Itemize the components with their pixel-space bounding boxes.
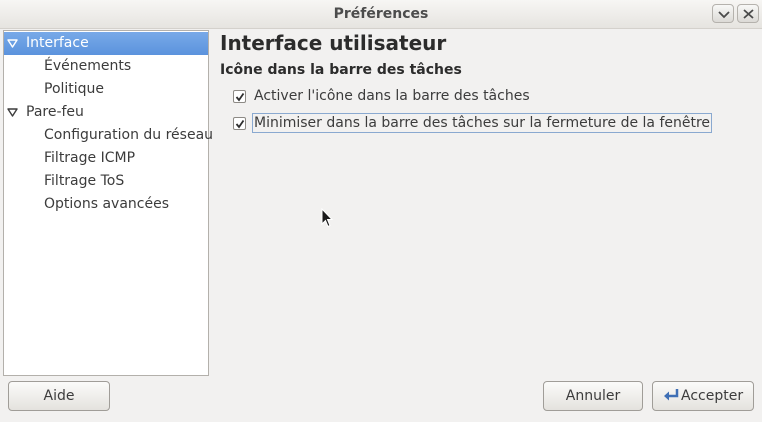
accept-button-label: Accepter [681, 388, 744, 404]
window-title: Préférences [333, 6, 429, 22]
preferences-tree[interactable]: Interface Événements Politique Pare-feu … [3, 30, 213, 376]
help-button[interactable]: Aide [8, 381, 110, 411]
minimize-to-tray-checkbox[interactable] [233, 117, 246, 130]
tree-item-label: Configuration du réseau [44, 127, 214, 143]
help-button-label: Aide [43, 388, 75, 404]
checkmark-icon [235, 92, 245, 102]
tree-item-configuration-reseau[interactable]: Configuration du réseau [4, 124, 213, 147]
enable-tray-icon-label: Activer l'icône dans la barre des tâches [254, 88, 530, 104]
tree-item-label: Filtrage ToS [44, 173, 125, 189]
section-title: Icône dans la barre des tâches [220, 62, 462, 78]
tree-item-options-avancees[interactable]: Options avancées [4, 193, 208, 216]
enable-tray-icon-checkbox[interactable] [233, 90, 246, 103]
restore-button[interactable] [712, 4, 734, 23]
tree-item-evenements[interactable]: Événements [4, 55, 208, 78]
tree-item-label: Événements [44, 58, 132, 74]
tree-item-label: Interface [26, 35, 89, 51]
tree-item-filtrage-tos[interactable]: Filtrage ToS [4, 170, 208, 193]
tree-item-label: Pare-feu [26, 104, 84, 120]
close-button[interactable] [737, 4, 759, 23]
page-title: Interface utilisateur [220, 31, 447, 55]
enter-arrow-icon [664, 389, 679, 401]
tree-item-label: Filtrage ICMP [44, 150, 136, 166]
title-bar[interactable]: Préférences [0, 0, 762, 29]
tree-item-interface[interactable]: Interface [4, 32, 208, 55]
tree-item-pare-feu[interactable]: Pare-feu [4, 101, 208, 124]
tree-item-label: Politique [44, 81, 105, 97]
tree-item-label: Options avancées [44, 196, 170, 212]
cancel-button[interactable]: Annuler [543, 381, 643, 411]
restore-icon [718, 11, 730, 19]
minimize-to-tray-label: Minimiser dans la barre des tâches sur l… [251, 113, 713, 133]
mouse-pointer-icon [321, 208, 333, 228]
tree-item-filtrage-icmp[interactable]: Filtrage ICMP [4, 147, 208, 170]
accept-button[interactable]: Accepter [652, 381, 754, 411]
close-icon [743, 9, 754, 19]
cancel-button-label: Annuler [565, 388, 621, 404]
checkmark-icon [235, 119, 245, 129]
expander-open-icon[interactable] [7, 39, 18, 48]
tree-item-politique[interactable]: Politique [4, 78, 208, 101]
expander-open-icon[interactable] [7, 108, 18, 117]
